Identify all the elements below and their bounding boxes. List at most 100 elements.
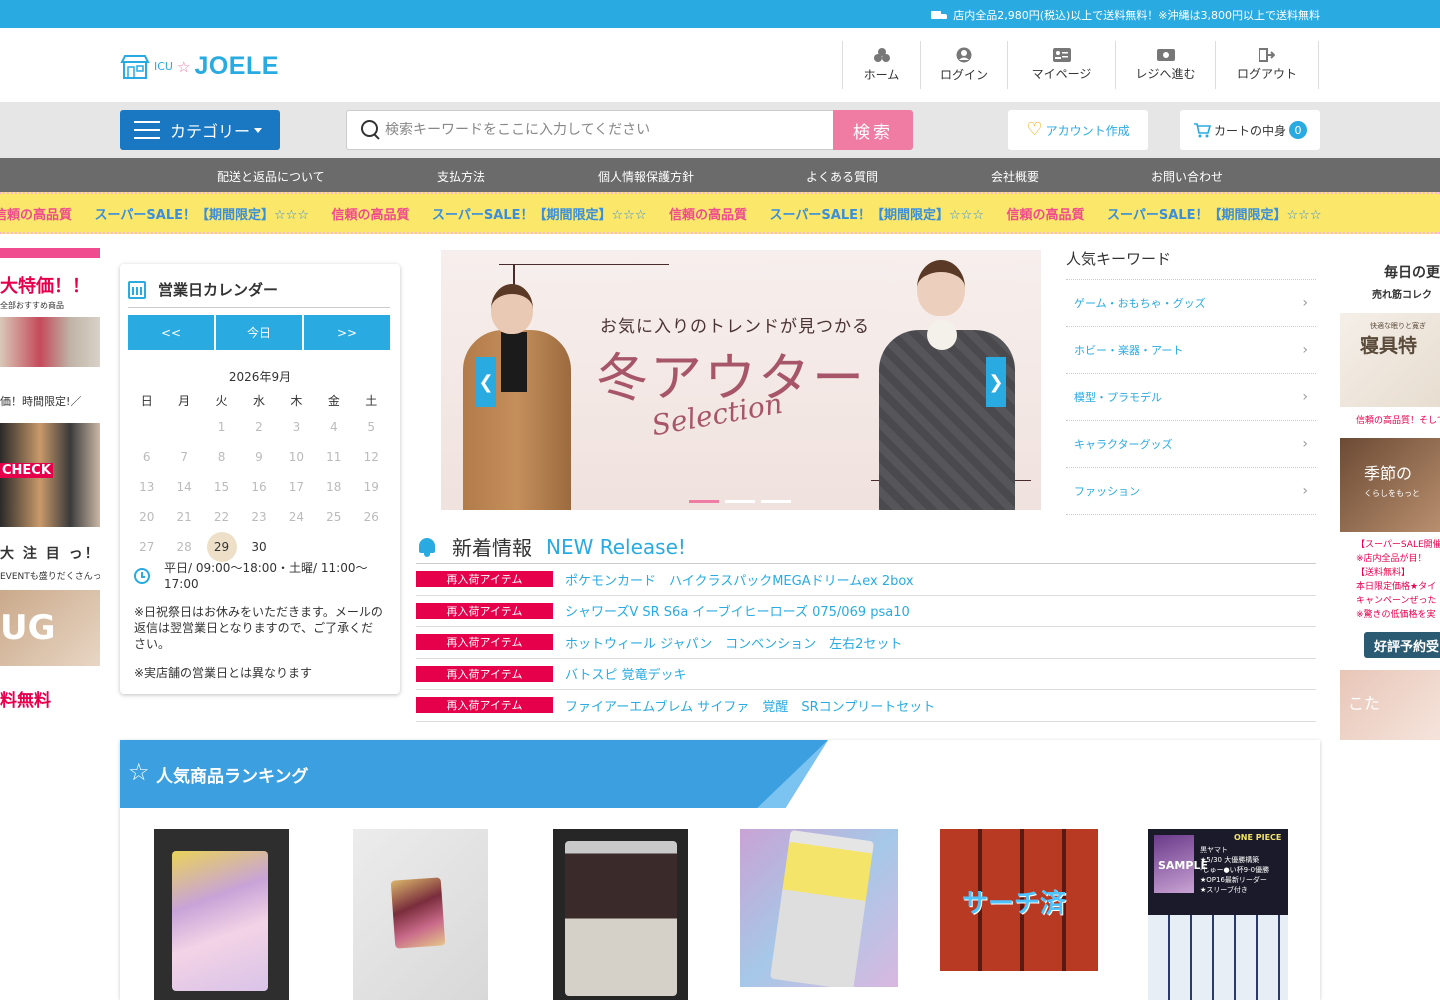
news-item[interactable]: 再入荷アイテム ファイアーエムブレム サイファ 覚醒 SRコンプリートセット [416, 690, 1316, 722]
calendar-day[interactable]: 28 [165, 532, 202, 562]
news-link[interactable]: ホットウィール ジャパン コンベンション 左右2セット [565, 633, 902, 652]
keyword-item[interactable]: キャラクターグッズ › [1066, 421, 1316, 468]
product-card-6[interactable]: SAMPLE ONE PIECE 黒ヤマト ★5/30 大優勝構築 -しゅー●い… [1148, 829, 1288, 1000]
search-button[interactable]: 検索 [833, 110, 913, 150]
nav-faq[interactable]: よくある質問 [806, 168, 878, 185]
nav-privacy[interactable]: 個人情報保護方針 [598, 168, 694, 185]
user-icon [956, 47, 972, 63]
calendar-day[interactable]: 20 [128, 502, 165, 532]
login-link[interactable]: ログイン [921, 41, 1008, 89]
news-item[interactable]: 再入荷アイテム シャワーズV SR S6a イーブイヒーローズ 075/069 p… [416, 596, 1316, 627]
slider-dot[interactable] [725, 500, 755, 503]
ticker-sale: スーパーSALE！【期間限定】☆☆☆ [1107, 208, 1322, 223]
news-link[interactable]: ポケモンカード ハイクラスパックMEGAドリームex 2box [565, 570, 914, 589]
calendar-day[interactable]: 27 [128, 532, 165, 562]
calendar-day[interactable]: 7 [165, 442, 202, 472]
search-input[interactable] [385, 122, 825, 138]
calendar-day[interactable]: 19 [353, 472, 390, 502]
business-hours: 平日/ 09:00～18:00・土曜/ 11:00～17:00 [134, 560, 390, 592]
cart-button[interactable]: カートの中身 0 [1180, 110, 1320, 150]
calendar-day[interactable]: 17 [278, 472, 315, 502]
reservation-button[interactable]: 好評予約受 [1364, 632, 1440, 658]
calendar-next-button[interactable]: >> [304, 315, 390, 350]
calendar-day[interactable]: 21 [165, 502, 202, 532]
checkout-link[interactable]: レジへ進む [1116, 41, 1216, 89]
calendar-day[interactable]: 12 [353, 442, 390, 472]
calendar-day[interactable]: 13 [128, 472, 165, 502]
hero-slider[interactable]: お気に入りのトレンドが見つかる 冬アウター Selection ❮ ❯ [441, 250, 1041, 510]
calendar-day[interactable]: 10 [278, 442, 315, 472]
calendar-day[interactable]: 16 [240, 472, 277, 502]
nav-shipping-returns[interactable]: 配送と返品について [217, 168, 325, 185]
product-card-1[interactable] [154, 829, 289, 1000]
calendar-prev-button[interactable]: << [128, 315, 214, 350]
news-link[interactable]: シャワーズV SR S6a イーブイヒーローズ 075/069 psa10 [565, 601, 910, 620]
keyword-item[interactable]: ゲーム・おもちゃ・グッズ › [1066, 280, 1316, 327]
calendar-day[interactable]: 15 [203, 472, 240, 502]
calendar-day[interactable]: 5 [353, 412, 390, 442]
calendar-day[interactable]: 30 [240, 532, 277, 562]
calendar-day[interactable]: 24 [278, 502, 315, 532]
promo-image-bags [0, 317, 100, 367]
logo-star: ☆ [176, 57, 191, 76]
nav-company[interactable]: 会社概要 [991, 168, 1039, 185]
calendar-day[interactable]: 23 [240, 502, 277, 532]
product-card-3[interactable] [553, 829, 688, 1000]
news-link[interactable]: バトスピ 覚竜デッキ [565, 664, 687, 683]
ranking-title: 人気商品ランキング [156, 767, 309, 787]
shipping-notice-text: 店内全品2,980円(税込)以上で送料無料！※沖縄は3,800円以上で送料無料 [953, 9, 1320, 22]
calendar-day[interactable]: 6 [128, 442, 165, 472]
home-link[interactable]: ホーム [843, 41, 921, 89]
slider-prev-arrow[interactable]: ❮ [476, 357, 496, 407]
promo-check-label: CHECK [0, 463, 53, 478]
logout-link[interactable]: ログアウト [1216, 41, 1319, 89]
create-account-label: アカウント作成 [1045, 123, 1130, 138]
calendar-day[interactable]: 25 [315, 502, 352, 532]
brand-text: ONE PIECE [1234, 833, 1282, 842]
sale-ticker-banner[interactable]: 信頼の高品質 スーパーSALE！【期間限定】☆☆☆ 信頼の高品質 スーパーSAL… [0, 192, 1440, 234]
calendar-day[interactable]: 3 [278, 412, 315, 442]
product-card-5[interactable]: サーチ済 [940, 829, 1098, 971]
news-item[interactable]: 再入荷アイテム バトスピ 覚竜デッキ [416, 659, 1316, 690]
calendar-today-button[interactable]: 今日 [216, 315, 302, 350]
product-card-2[interactable] [353, 829, 488, 1000]
promo-line: 【スーパーSALE開催 [1356, 540, 1440, 550]
product-card-4[interactable] [740, 829, 898, 987]
news-item[interactable]: 再入荷アイテム ポケモンカード ハイクラスパックMEGAドリームex 2box [416, 564, 1316, 596]
keyword-item[interactable]: ファッション › [1066, 468, 1316, 515]
slider-dot[interactable] [761, 500, 791, 503]
calendar-day[interactable]: 18 [315, 472, 352, 502]
news-link[interactable]: ファイアーエムブレム サイファ 覚醒 SRコンプリートセット [565, 696, 935, 715]
slider-dot[interactable] [689, 500, 719, 503]
promo-event-text: EVENTも盛りだくさんっ [0, 572, 100, 582]
news-item[interactable]: 再入荷アイテム ホットウィール ジャパン コンベンション 左右2セット [416, 627, 1316, 659]
right-side-promo[interactable]: 毎日の更 売れ筋コレク 快適な眠りと寛ぎ 寝具特 信頼の高品質！そして安 季節の… [1340, 248, 1440, 740]
calendar-day[interactable]: 1 [203, 412, 240, 442]
category-button[interactable]: カテゴリー [120, 110, 280, 150]
calendar-day[interactable]: 8 [203, 442, 240, 472]
calendar-day[interactable]: 9 [240, 442, 277, 472]
popular-keywords: 人気キーワード ゲーム・おもちゃ・グッズ › ホビー・楽器・アート › 模型・プラモ… [1066, 248, 1316, 515]
create-account-button[interactable]: ♡ アカウント作成 [1008, 110, 1148, 150]
calendar-day[interactable]: 14 [165, 472, 202, 502]
restock-tag: 再入荷アイテム [416, 665, 553, 682]
nav-payment[interactable]: 支払方法 [437, 168, 485, 185]
mypage-link[interactable]: マイページ [1008, 41, 1116, 89]
calendar-day[interactable]: 29 [203, 532, 240, 562]
slider-next-arrow[interactable]: ❯ [986, 357, 1006, 407]
calendar-day[interactable]: 26 [353, 502, 390, 532]
ticker-sale: スーパーSALE！【期間限定】☆☆☆ [769, 208, 984, 223]
calendar-weekdays: 日 月 火 水 木 金 土 [128, 388, 390, 412]
calendar-day[interactable]: 22 [203, 502, 240, 532]
calendar-day[interactable]: 4 [315, 412, 352, 442]
keyword-item[interactable]: 模型・プラモデル › [1066, 374, 1316, 421]
calendar-day[interactable]: 11 [315, 442, 352, 472]
left-side-promo[interactable]: 大特価！！ 全部おすすめ商品 価！時間限定!／ CHECK 大 注 目 っ！ E… [0, 248, 100, 740]
calendar-day[interactable]: 2 [240, 412, 277, 442]
ticker-row: 信頼の高品質 スーパーSALE！【期間限定】☆☆☆ 信頼の高品質 スーパーSAL… [0, 204, 1321, 223]
promo-attention: 大 注 目 っ！ [0, 546, 100, 562]
promo-lines: 【スーパーSALE開催 ※店内全品が目！ 【送料無料】 本日限定価格★タイ キャ… [1340, 538, 1440, 622]
site-logo[interactable]: ICU ☆ JOELE [120, 52, 279, 81]
keyword-item[interactable]: ホビー・楽器・アート › [1066, 327, 1316, 374]
nav-contact[interactable]: お問い合わせ [1151, 168, 1223, 185]
